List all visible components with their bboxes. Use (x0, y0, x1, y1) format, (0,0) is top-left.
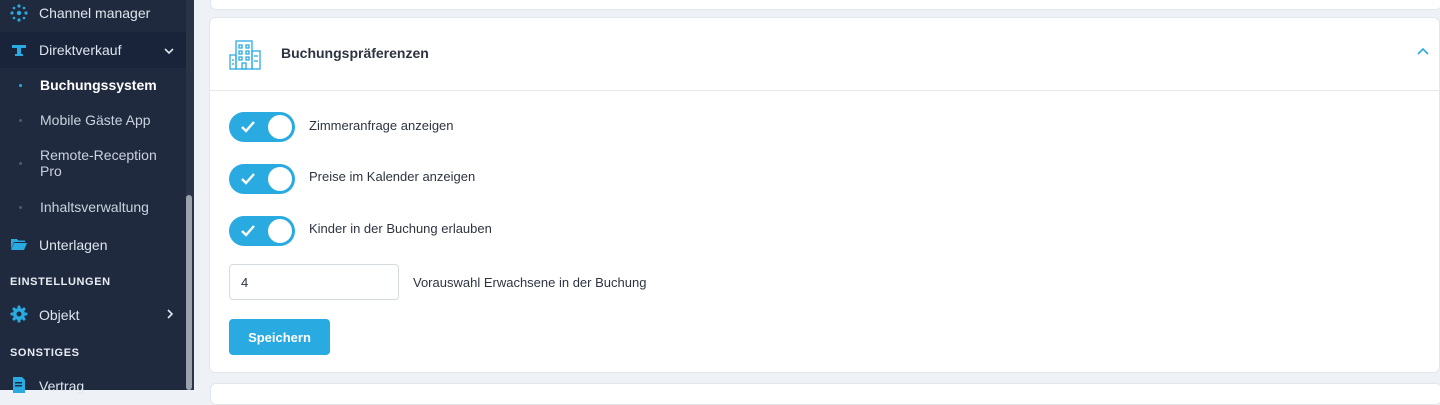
save-button[interactable]: Speichern (229, 319, 330, 355)
option-label: Kinder in der Buchung erlauben (309, 221, 492, 236)
sidebar-scrollbar[interactable] (186, 195, 192, 390)
sidebar-item-label: Vertrag (39, 378, 85, 394)
sidebar-item-vertrag[interactable]: Vertrag (0, 370, 186, 394)
toggle-allow-children[interactable] (229, 216, 295, 246)
toggle-knob (268, 167, 292, 191)
chevron-up-icon[interactable] (1415, 44, 1431, 60)
next-card (210, 383, 1440, 405)
sidebar-item-label: Channel manager (39, 5, 151, 21)
panel-header[interactable]: Buchungspräferenzen (210, 18, 1439, 91)
sidebar-subitem-inhaltsverwaltung[interactable]: Inhaltsverwaltung (40, 199, 149, 215)
folder-open-icon (10, 235, 28, 253)
option-label: Preise im Kalender anzeigen (309, 169, 476, 184)
bullet-icon (19, 162, 22, 165)
sidebar-item-unterlagen[interactable]: Unterlagen (0, 228, 186, 260)
network-icon (10, 4, 28, 22)
toggle-knob (268, 219, 292, 243)
booking-preferences-panel: Buchungspräferenzen Zimmeranfrage anzeig… (209, 17, 1440, 373)
toggle-show-prices-in-calendar[interactable] (229, 164, 295, 194)
gear-icon (10, 305, 28, 323)
toggle-knob (268, 115, 292, 139)
sidebar-item-direktverkauf[interactable]: Direktverkauf (0, 32, 186, 68)
sidebar-item-label: Direktverkauf (39, 42, 122, 58)
checkmark-icon (240, 119, 256, 135)
bullet-icon (19, 84, 22, 87)
adults-default-label: Vorauswahl Erwachsene in der Buchung (413, 275, 647, 290)
adults-default-input[interactable] (229, 264, 399, 300)
bullet-icon (19, 206, 22, 209)
hotel-building-icon (228, 38, 262, 72)
panel-title: Buchungspräferenzen (281, 45, 429, 61)
option-label: Zimmeranfrage anzeigen (309, 118, 454, 133)
sidebar-item-label: Unterlagen (39, 237, 108, 253)
chevron-down-icon (162, 44, 176, 63)
checkmark-icon (240, 223, 256, 239)
chevron-right-icon (163, 307, 177, 326)
sidebar: Channel manager Direktverkauf Buchungssy… (0, 0, 186, 394)
sidebar-item-channel-manager[interactable]: Channel manager (0, 0, 186, 26)
sidebar-item-label: Objekt (39, 307, 80, 323)
sidebar-item-objekt[interactable]: Objekt (0, 298, 186, 330)
previous-card (210, 0, 1440, 10)
sidebar-subitem-mobile-gaeste-app[interactable]: Mobile Gäste App (40, 112, 151, 128)
sidebar-subitem-buchungssystem[interactable]: Buchungssystem (40, 77, 157, 93)
toggle-show-room-request[interactable] (229, 112, 295, 142)
section-heading-other: SONSTIGES (10, 347, 80, 359)
reception-bell-icon (10, 40, 28, 58)
checkmark-icon (240, 171, 256, 187)
section-heading-settings: EINSTELLUNGEN (10, 276, 111, 288)
bullet-icon (19, 119, 22, 122)
document-icon (10, 376, 28, 394)
sidebar-subitem-remote-reception-pro[interactable]: Remote-Reception Pro (40, 147, 170, 179)
